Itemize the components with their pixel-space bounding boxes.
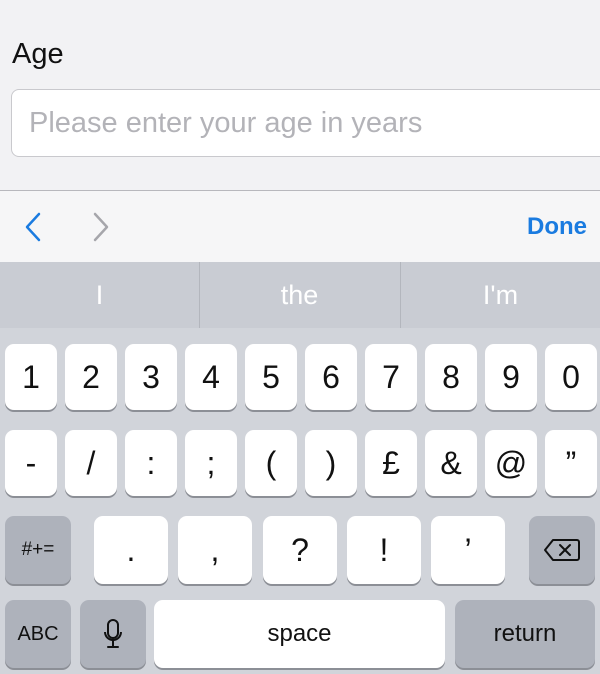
age-input[interactable] bbox=[11, 89, 600, 157]
numeric-keyboard: I the I'm 1 2 3 4 5 6 7 8 9 0 - / : ; ( … bbox=[0, 262, 600, 674]
previous-field-button[interactable] bbox=[20, 209, 50, 245]
key-0[interactable]: 0 bbox=[545, 344, 597, 410]
key-colon[interactable]: : bbox=[125, 430, 177, 496]
key-exclamation[interactable]: ! bbox=[347, 516, 421, 584]
key-5[interactable]: 5 bbox=[245, 344, 297, 410]
key-2[interactable]: 2 bbox=[65, 344, 117, 410]
key-ampersand[interactable]: & bbox=[425, 430, 477, 496]
key-hyphen[interactable]: - bbox=[5, 430, 57, 496]
return-key[interactable]: return bbox=[455, 600, 595, 668]
key-7[interactable]: 7 bbox=[365, 344, 417, 410]
key-period[interactable]: . bbox=[94, 516, 168, 584]
key-quote[interactable]: ” bbox=[545, 430, 597, 496]
key-at[interactable]: @ bbox=[485, 430, 537, 496]
suggestion-item[interactable]: the bbox=[200, 262, 399, 328]
key-close-paren[interactable]: ) bbox=[305, 430, 357, 496]
key-6[interactable]: 6 bbox=[305, 344, 357, 410]
delete-key[interactable] bbox=[529, 516, 595, 584]
age-label: Age bbox=[12, 38, 64, 70]
keyboard-accessory-toolbar: Done bbox=[0, 190, 600, 262]
chevron-left-icon bbox=[25, 212, 41, 242]
next-field-button[interactable] bbox=[86, 209, 116, 245]
key-4[interactable]: 4 bbox=[185, 344, 237, 410]
space-key[interactable]: space bbox=[154, 600, 445, 668]
key-semicolon[interactable]: ; bbox=[185, 430, 237, 496]
dictation-key[interactable] bbox=[80, 600, 146, 668]
symbols-toggle-key[interactable]: #+= bbox=[5, 516, 71, 584]
key-3[interactable]: 3 bbox=[125, 344, 177, 410]
chevron-right-icon bbox=[93, 212, 109, 242]
suggestion-item[interactable]: I'm bbox=[401, 262, 600, 328]
suggestion-item[interactable]: I bbox=[0, 262, 199, 328]
microphone-icon bbox=[104, 619, 122, 648]
key-9[interactable]: 9 bbox=[485, 344, 537, 410]
key-slash[interactable]: / bbox=[65, 430, 117, 496]
done-button[interactable]: Done bbox=[527, 213, 587, 241]
age-form: Age bbox=[0, 0, 600, 190]
key-open-paren[interactable]: ( bbox=[245, 430, 297, 496]
key-comma[interactable]: , bbox=[178, 516, 252, 584]
abc-key[interactable]: ABC bbox=[5, 600, 71, 668]
key-pound[interactable]: £ bbox=[365, 430, 417, 496]
key-question[interactable]: ? bbox=[263, 516, 337, 584]
key-apostrophe[interactable]: ’ bbox=[431, 516, 505, 584]
suggestion-bar: I the I'm bbox=[0, 262, 600, 328]
key-8[interactable]: 8 bbox=[425, 344, 477, 410]
backspace-icon bbox=[544, 539, 580, 561]
key-1[interactable]: 1 bbox=[5, 344, 57, 410]
